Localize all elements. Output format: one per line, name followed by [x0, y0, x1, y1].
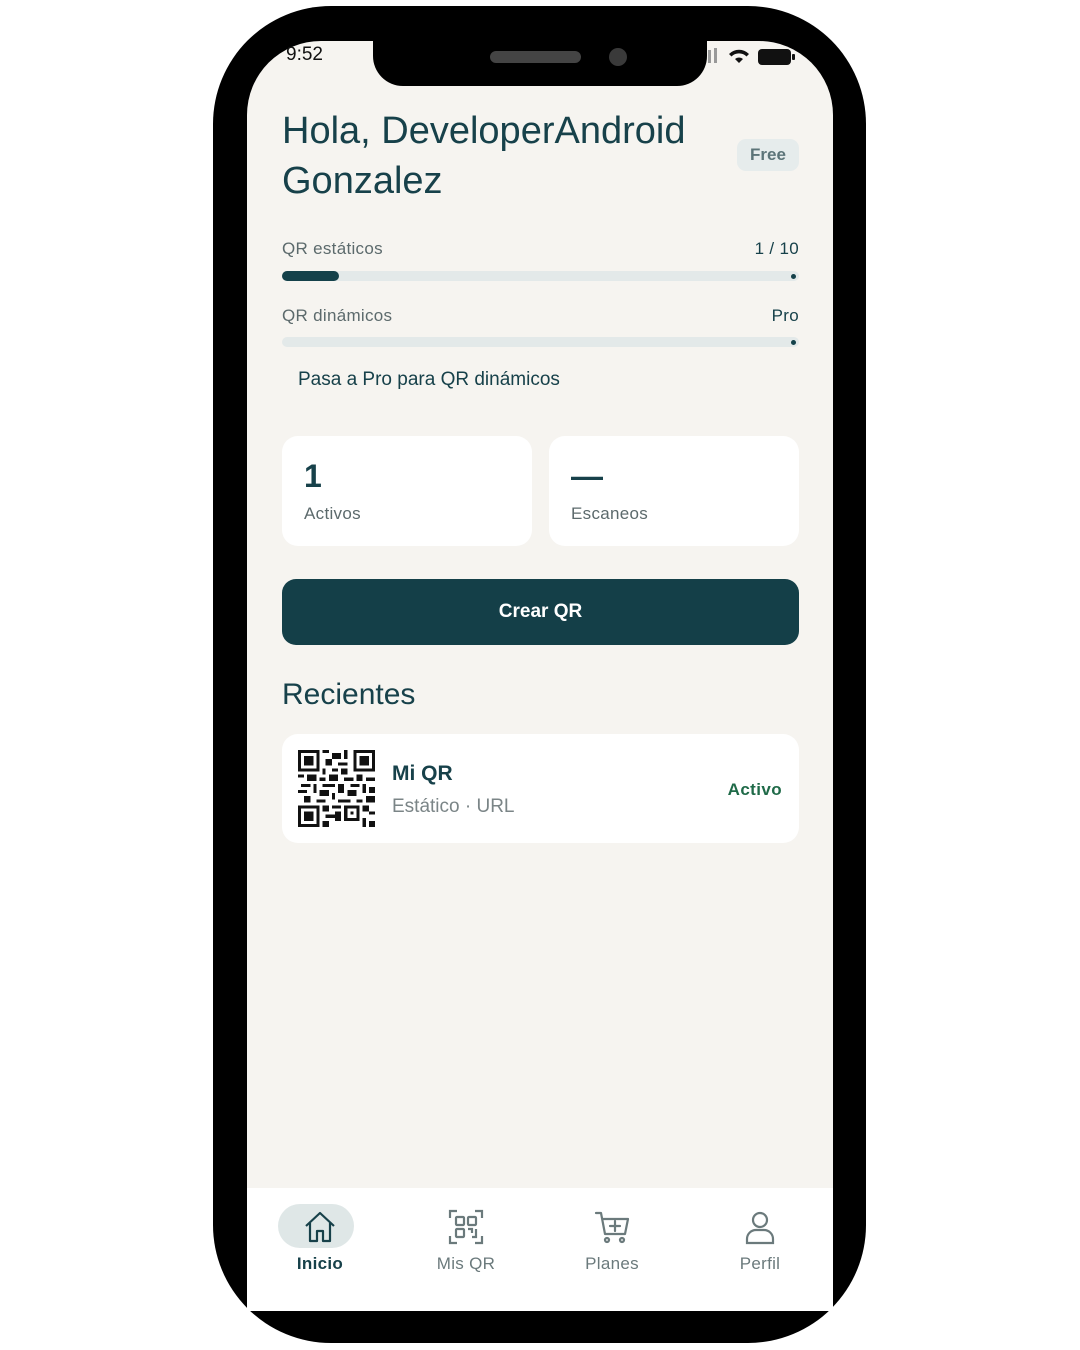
scans-count: —	[571, 458, 603, 494]
recent-item-subtitle: Estático · URL	[392, 796, 515, 817]
greeting-title: Hola, DeveloperAndroid Gonzalez	[282, 110, 686, 202]
signal-icon	[708, 50, 711, 63]
nav-label-inicio: Inicio	[296, 1254, 344, 1273]
nav-label-planes: Planes	[585, 1254, 639, 1273]
bottom-navigation: Inicio Mis QR Planes Perfil	[247, 1188, 833, 1311]
recent-qr-item[interactable]: Mi QR Estático · URL Activo	[282, 734, 799, 843]
qr-code-thumbnail	[298, 750, 375, 827]
recent-section-title: Recientes	[282, 678, 416, 711]
create-qr-button[interactable]: Crear QR	[282, 579, 799, 645]
battery-icon	[758, 49, 795, 65]
status-icons	[708, 48, 795, 65]
nav-item-perfil[interactable]: Perfil	[687, 1188, 833, 1288]
home-icon	[305, 1211, 335, 1243]
recent-item-title: Mi QR	[392, 762, 453, 785]
static-qr-progress	[282, 271, 799, 281]
nav-label-mis-qr: Mis QR	[436, 1254, 496, 1273]
scans-stat-card: — Escaneos	[549, 436, 799, 546]
wifi-icon	[729, 49, 749, 63]
camera	[609, 48, 627, 66]
progress-end-dot	[791, 273, 796, 279]
dynamic-qr-progress	[282, 337, 799, 347]
upgrade-promo-link[interactable]: Pasa a Pro para QR dinámicos	[298, 369, 560, 391]
dynamic-qr-label: QR dinámicos	[282, 306, 393, 325]
status-time: 9:52	[286, 44, 323, 65]
active-count: 1	[304, 458, 322, 494]
nav-label-perfil: Perfil	[739, 1254, 781, 1273]
speaker	[490, 51, 581, 63]
active-stat-card: 1 Activos	[282, 436, 532, 546]
static-qr-label: QR estáticos	[282, 239, 383, 258]
user-icon	[745, 1211, 775, 1245]
active-label: Activos	[304, 504, 361, 523]
static-qr-progress-fill	[282, 271, 339, 281]
cart-plus-icon	[594, 1211, 630, 1244]
recent-item-status: Activo	[727, 780, 782, 799]
nav-item-inicio[interactable]: Inicio	[247, 1188, 393, 1288]
qr-code-icon	[448, 1209, 484, 1245]
dynamic-qr-plan: Pro	[771, 306, 799, 325]
scans-label: Escaneos	[571, 504, 649, 523]
static-qr-count: 1 / 10	[754, 239, 799, 258]
progress-end-dot	[791, 339, 796, 345]
app-screen	[247, 41, 833, 1311]
plan-badge: Free	[737, 139, 799, 171]
nav-item-mis-qr[interactable]: Mis QR	[393, 1188, 539, 1288]
nav-item-planes[interactable]: Planes	[539, 1188, 685, 1288]
